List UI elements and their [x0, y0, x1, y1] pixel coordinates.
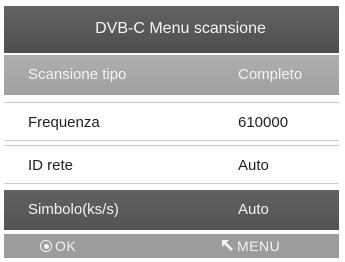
- menu-item-value: Completo: [238, 66, 303, 83]
- menu-item-label: Simbolo(ks/s): [28, 201, 119, 218]
- menu-item-value: Auto: [238, 201, 269, 218]
- ok-key-label: OK: [55, 238, 77, 254]
- menu-item-label: Scansione tipo: [28, 66, 127, 83]
- key-hint-bar: OK MENU: [4, 234, 339, 258]
- menu-key-label: MENU: [237, 238, 281, 254]
- ok-button-icon: [40, 240, 52, 252]
- menu-item-value: 610000: [238, 114, 289, 131]
- menu-item-label: Frequenza: [28, 114, 100, 131]
- menu-key-hint[interactable]: MENU: [222, 238, 280, 254]
- ok-key-hint[interactable]: OK: [40, 238, 76, 254]
- menu-item-label: ID rete: [28, 157, 74, 174]
- menu-item-value: Auto: [238, 157, 269, 174]
- menu-item-frequency[interactable]: Frequenza 610000: [4, 102, 339, 141]
- menu-header: DVB-C Menu scansione: [4, 6, 339, 53]
- menu-item-symbol-rate[interactable]: Simbolo(ks/s) Auto: [4, 190, 339, 230]
- menu-item-network-id[interactable]: ID rete Auto: [4, 145, 339, 184]
- menu-title: DVB-C Menu scansione: [95, 20, 266, 37]
- back-arrow-icon: [222, 240, 233, 251]
- dvbc-scan-menu: DVB-C Menu scansione Scansione tipo Comp…: [4, 6, 339, 258]
- menu-item-scan-type[interactable]: Scansione tipo Completo: [4, 55, 339, 95]
